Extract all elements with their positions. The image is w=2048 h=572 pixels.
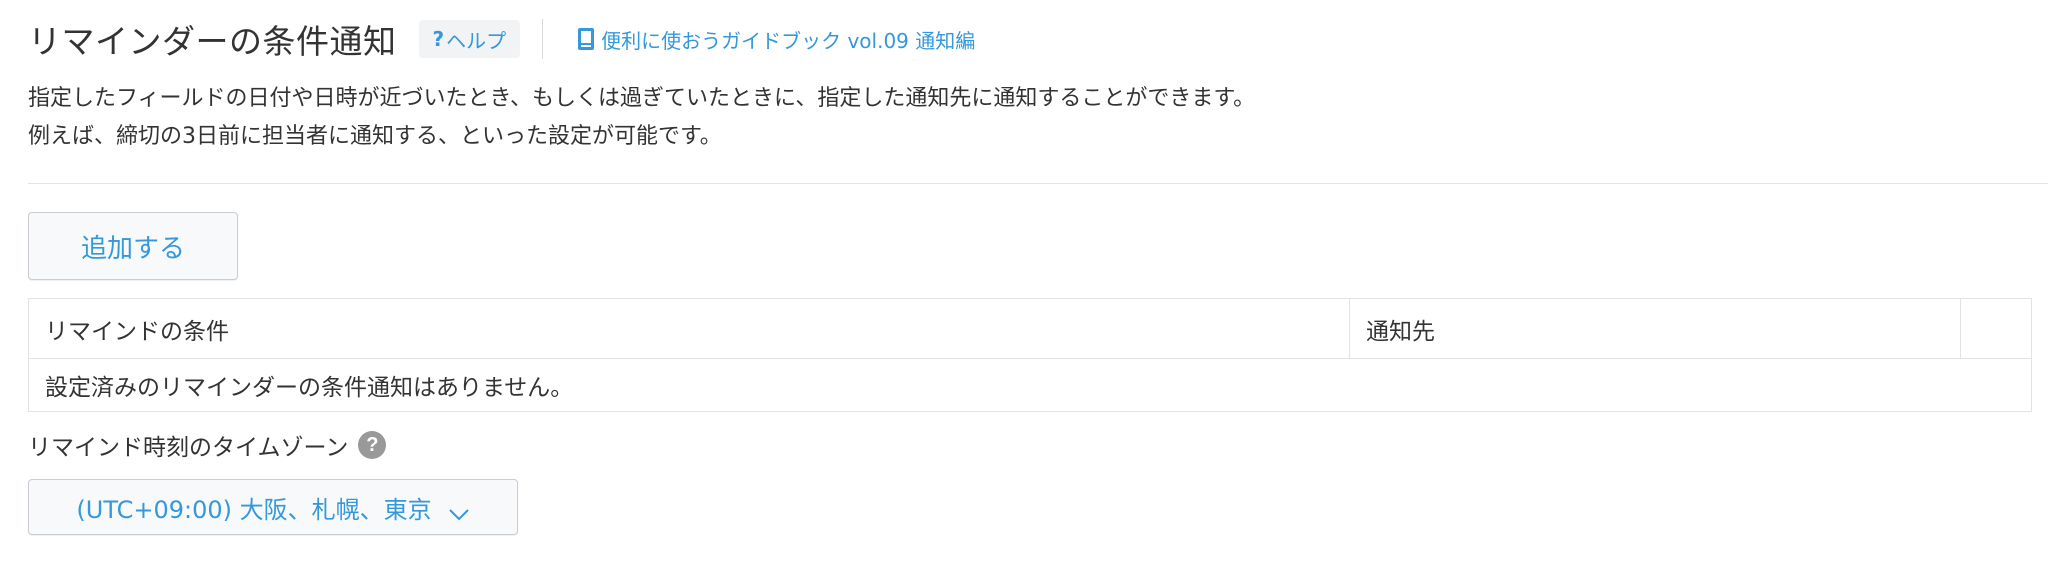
description-line-1: 指定したフィールドの日付や日時が近づいたとき、もしくは過ぎていたときに、指定した…	[28, 86, 1256, 111]
help-question-mark: ?	[432, 27, 445, 51]
book-icon	[577, 27, 595, 51]
add-button[interactable]: 追加する	[28, 212, 238, 280]
column-header-actions	[1961, 299, 2031, 358]
description: 指定したフィールドの日付や日時が近づいたとき、もしくは過ぎていたときに、指定した…	[28, 80, 1255, 156]
reminder-settings-page: リマインダーの条件通知 ? ヘルプ 便利に使おうガイドブック vol.09 通知…	[0, 0, 2048, 572]
guide-link-label: 便利に使おうガイドブック vol.09 通知編	[601, 28, 976, 53]
timezone-label-row: リマインド時刻のタイムゾーン ?	[28, 428, 387, 462]
timezone-selected-value: (UTC+09:00) 大阪、札幌、東京	[76, 495, 432, 524]
reminder-table: リマインドの条件 通知先 設定済みのリマインダーの条件通知はありません。	[28, 298, 2032, 412]
chevron-down-icon	[448, 500, 470, 521]
empty-message-row: 設定済みのリマインダーの条件通知はありません。	[45, 375, 574, 401]
help-button[interactable]: ? ヘルプ	[418, 20, 521, 58]
help-label: ヘルプ	[446, 28, 507, 53]
section-divider	[28, 183, 2048, 184]
page-title: リマインダーの条件通知	[28, 22, 397, 61]
table-header-row: リマインドの条件 通知先	[29, 299, 2031, 359]
timezone-label: リマインド時刻のタイムゾーン	[28, 435, 349, 461]
guide-book-link[interactable]: 便利に使おうガイドブック vol.09 通知編	[577, 25, 975, 54]
column-header-condition: リマインドの条件	[29, 299, 1350, 358]
question-circle-icon[interactable]: ?	[358, 431, 387, 459]
timezone-select[interactable]: (UTC+09:00) 大阪、札幌、東京	[28, 479, 518, 535]
description-line-2: 例えば、締切の3日前に担当者に通知する、といった設定が可能です。	[28, 124, 722, 149]
header-divider	[542, 19, 544, 59]
column-header-recipient: 通知先	[1350, 299, 1961, 358]
page-header: リマインダーの条件通知 ? ヘルプ 便利に使おうガイドブック vol.09 通知…	[28, 14, 975, 64]
